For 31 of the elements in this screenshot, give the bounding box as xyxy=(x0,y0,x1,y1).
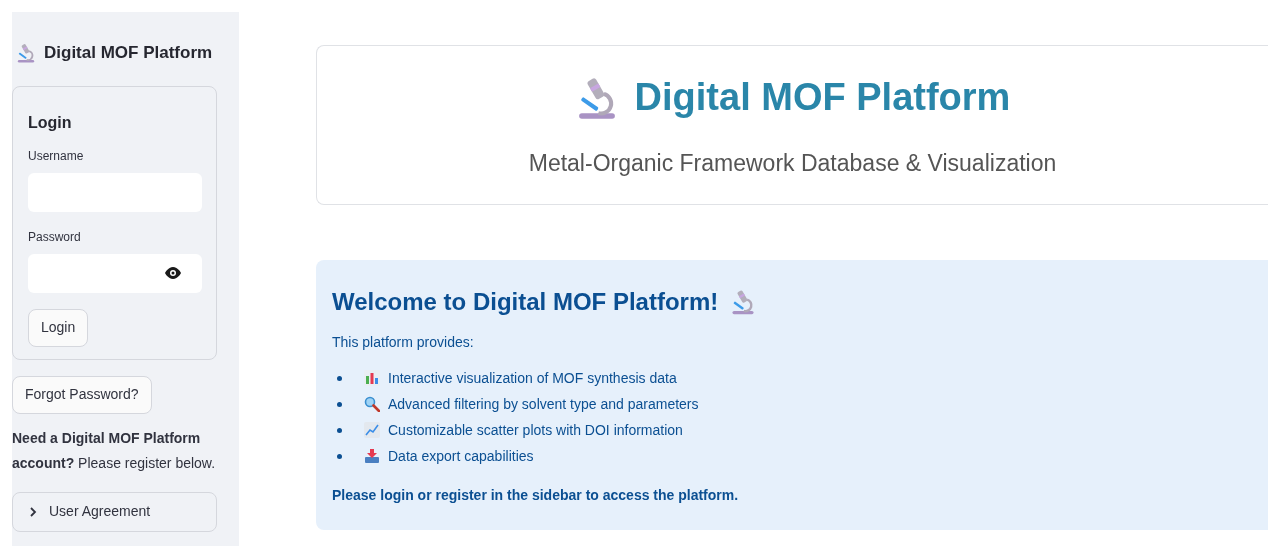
bullet-icon xyxy=(337,401,342,407)
feature-item: Interactive visualization of MOF synthesis data xyxy=(388,368,677,388)
bullet-icon xyxy=(337,375,342,381)
login-prompt: Please login or register in the sidebar to access the platform. xyxy=(332,486,739,505)
login-heading: Login xyxy=(28,112,72,133)
forgot-password-button[interactable]: Forgot Password? xyxy=(12,375,152,414)
bullet-icon xyxy=(337,453,342,459)
eye-icon[interactable] xyxy=(164,267,182,279)
field-label: Username xyxy=(28,147,84,165)
magnifier-icon xyxy=(364,396,380,412)
page-title: Digital MOF Platform xyxy=(634,75,1011,121)
bullet-icon xyxy=(337,427,342,433)
feature-item: Data export capabilities xyxy=(388,446,534,466)
intro-text: This platform provides: xyxy=(332,333,474,352)
welcome-title: Welcome to Digital MOF Platform! xyxy=(332,287,719,317)
feature-item: Advanced filtering by solvent type and parameters xyxy=(388,394,699,414)
bar-chart-icon xyxy=(364,370,380,386)
microscope-icon xyxy=(16,42,36,63)
expander-label: User Agreement xyxy=(49,502,151,521)
tray-icon xyxy=(364,448,380,464)
line-chart-icon xyxy=(364,422,380,438)
field-label: Password xyxy=(28,228,81,246)
chevron-icon xyxy=(29,506,37,517)
user-agreement-expander[interactable]: User Agreement xyxy=(12,491,217,532)
register-note: Need a Digital MOF Platform account? Please register below. xyxy=(12,428,217,473)
microscope-icon xyxy=(730,289,757,315)
sidebar-title: Digital MOF Platform xyxy=(44,42,213,64)
password-field[interactable] xyxy=(28,253,202,293)
page-subtitle: Metal-Organic Framework Database & Visualization xyxy=(528,149,1057,179)
feature-item: Customizable scatter plots with DOI information xyxy=(388,420,683,440)
login-button[interactable]: Login xyxy=(28,308,89,347)
